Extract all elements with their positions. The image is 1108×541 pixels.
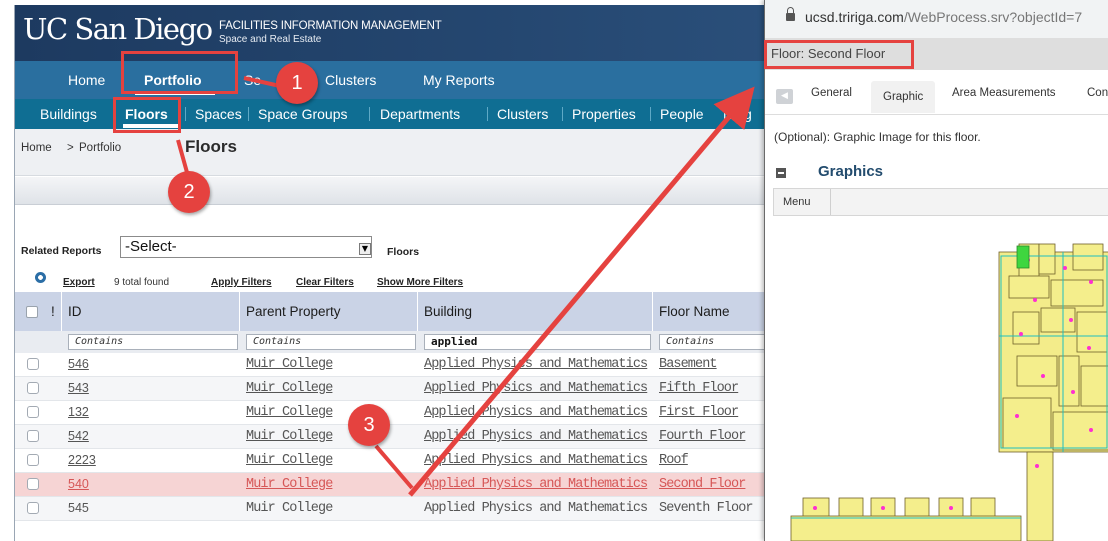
annotation-badge-1: 1 xyxy=(276,62,318,104)
annotation-arrow-long xyxy=(408,86,755,497)
annotation-box-portfolio xyxy=(121,51,238,94)
annotation-box-popup-title xyxy=(764,40,914,69)
annotation-badge-2: 2 xyxy=(168,171,210,213)
annotation-arrow-1 xyxy=(243,76,281,88)
screenshot: UC San Diego FACILITIES INFORMATION MANA… xyxy=(0,0,1108,541)
annotation-badge-3: 3 xyxy=(348,404,390,446)
annotation-arrow-3 xyxy=(374,444,414,490)
annotation-box-floors xyxy=(113,97,181,133)
